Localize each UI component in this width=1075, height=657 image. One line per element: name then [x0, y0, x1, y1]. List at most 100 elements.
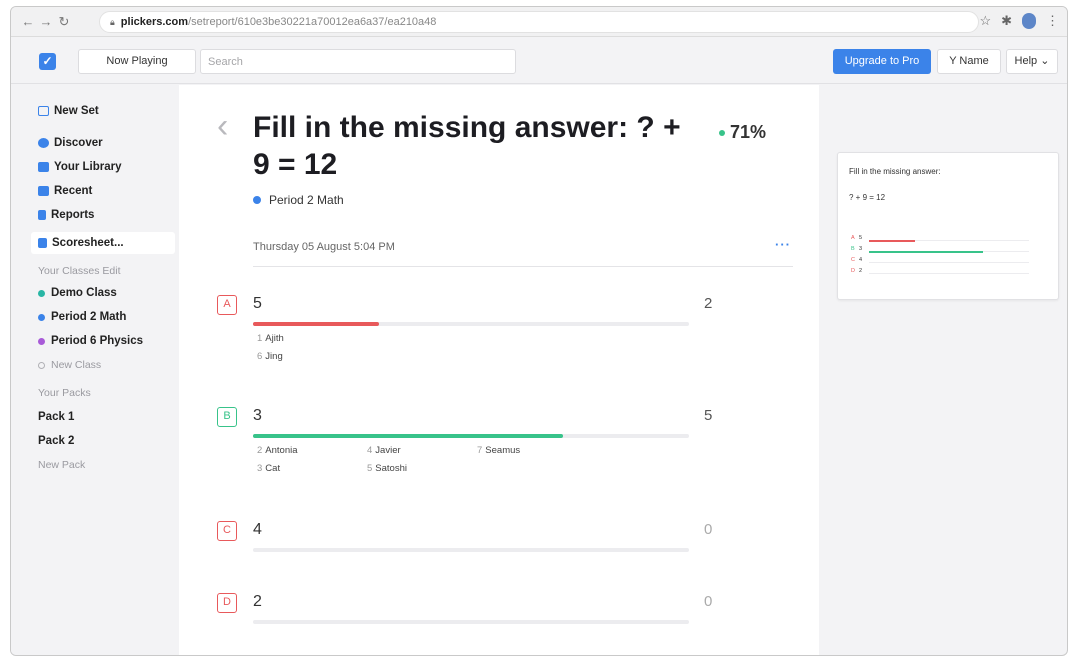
- student-name[interactable]: 4 Javier: [367, 445, 401, 456]
- discover-icon: [38, 138, 49, 148]
- report-panel: ‹ Fill in the missing answer: ? + 9 = 12…: [179, 85, 819, 655]
- answer-bar-track: [253, 620, 689, 624]
- help-button[interactable]: Help ⌄: [1006, 49, 1058, 74]
- percent-correct: 71%: [719, 122, 766, 143]
- new-class-link[interactable]: New Class: [38, 355, 101, 375]
- preview-row: D2: [851, 268, 1041, 278]
- sidebar-item-new-set[interactable]: New Set: [38, 101, 99, 121]
- answer-value: 4: [253, 521, 262, 538]
- packs-header: Your Packs: [38, 387, 91, 399]
- sidebar-item-label: Discover: [54, 137, 103, 149]
- address-bar[interactable]: 🔒︎ plickers.com /setreport/610e3be30221a…: [99, 11, 979, 33]
- answer-value: 2: [253, 593, 262, 610]
- answer-bar-track: [253, 434, 689, 438]
- preview-equation: ? + 9 = 12: [849, 193, 886, 202]
- sidebar-item-discover[interactable]: Discover: [38, 133, 103, 153]
- sidebar-item-demo-class[interactable]: Demo Class: [38, 283, 117, 303]
- sidebar-item-reports[interactable]: Reports: [38, 205, 94, 225]
- app-topbar: ✓ Now Playing Upgrade to Pro Y Name Help…: [11, 38, 1067, 84]
- preview-question: Fill in the missing answer:: [849, 167, 941, 176]
- answer-value: 3: [253, 407, 262, 424]
- student-name[interactable]: 3 Cat: [257, 463, 280, 474]
- sidebar-item-pack-2[interactable]: Pack 2: [38, 431, 74, 451]
- question-title: Fill in the missing answer: ? + 9 = 12: [253, 111, 681, 181]
- puzzle-icon[interactable]: ✱: [1001, 13, 1012, 29]
- new-pack-link[interactable]: New Pack: [38, 455, 85, 475]
- sidebar-item-label: Recent: [54, 185, 93, 197]
- preview-bar-fill: [869, 240, 916, 242]
- url-path: /setreport/610e3be30221a70012ea6a37/ea21…: [188, 16, 437, 28]
- upgrade-button[interactable]: Upgrade to Pro: [833, 49, 931, 74]
- preview-letter: A: [851, 235, 855, 241]
- kebab-menu-icon[interactable]: ⋮: [1046, 13, 1059, 29]
- class-name: Period 2 Math: [269, 193, 344, 207]
- user-menu-button[interactable]: Y Name: [937, 49, 1001, 74]
- sidebar-item-label: Period 2 Math: [51, 311, 127, 323]
- class-color-dot: [38, 337, 45, 345]
- classes-header[interactable]: Your Classes Edit: [38, 261, 121, 281]
- star-icon[interactable]: ☆: [979, 13, 991, 29]
- percent-value: 71%: [730, 122, 767, 142]
- answer-count: 0: [704, 593, 713, 610]
- student-name[interactable]: 5 Satoshi: [367, 463, 407, 474]
- new-set-icon: [38, 106, 49, 116]
- sidebar-item-label: Reports: [51, 209, 95, 221]
- now-playing-button[interactable]: Now Playing: [78, 49, 196, 74]
- class-color-dot: [38, 289, 45, 297]
- preview-bar-track: [869, 262, 1029, 263]
- browser-nav: ← → ↻: [19, 14, 73, 30]
- plickers-logo-icon[interactable]: ✓: [39, 53, 56, 70]
- preview-bar-track: [869, 251, 1029, 253]
- preview-value: 3: [859, 246, 863, 252]
- preview-bar-track: [869, 273, 1029, 274]
- answer-count: 0: [704, 521, 713, 538]
- folder-icon: [38, 162, 49, 172]
- student-name[interactable]: 1 Ajith: [257, 333, 284, 344]
- preview-letter: C: [851, 257, 855, 263]
- class-color-dot: [38, 313, 45, 321]
- back-chevron-icon[interactable]: ‹: [217, 107, 228, 146]
- browser-toolbar: ← → ↻ 🔒︎ plickers.com /setreport/610e3be…: [11, 7, 1067, 37]
- sidebar-item-label: New Set: [54, 105, 99, 117]
- student-name[interactable]: 2 Antonia: [257, 445, 298, 456]
- url-host: plickers.com: [120, 16, 189, 28]
- answer-count: 5: [704, 407, 713, 424]
- plus-icon: [38, 361, 45, 369]
- divider: [253, 266, 793, 267]
- correct-dot-icon: [719, 130, 725, 137]
- back-arrow-icon[interactable]: ←: [19, 14, 37, 29]
- sidebar-item-library[interactable]: Your Library: [38, 157, 122, 177]
- class-color-dot: [253, 196, 261, 204]
- sidebar-item-period-6-physics[interactable]: Period 6 Physics: [38, 331, 143, 351]
- report-date: Thursday 05 August 5:04 PM: [253, 241, 395, 253]
- student-name[interactable]: 7 Seamus: [477, 445, 520, 456]
- sidebar-item-label: Period 6 Physics: [51, 335, 144, 347]
- answer-bar-fill: [253, 434, 563, 438]
- answer-bar-track: [253, 322, 689, 326]
- sidebar-item-recent[interactable]: Recent: [38, 181, 92, 201]
- recent-icon: [38, 186, 49, 196]
- scoresheet-icon: [38, 238, 47, 248]
- sidebar-item-label: Your Library: [54, 161, 122, 173]
- forward-arrow-icon[interactable]: →: [37, 14, 55, 29]
- search-input[interactable]: [200, 49, 516, 74]
- new-class-label: New Class: [51, 359, 102, 371]
- profile-icon[interactable]: [1022, 13, 1036, 29]
- sidebar-item-period-2-math[interactable]: Period 2 Math: [38, 307, 126, 327]
- student-name[interactable]: 6 Jing: [257, 351, 283, 362]
- preview-row: C4: [851, 257, 1041, 267]
- answer-count: 2: [704, 295, 713, 312]
- reload-icon[interactable]: ↻: [55, 14, 73, 30]
- preview-letter: B: [851, 246, 855, 252]
- sidebar-item-label: Scoresheet...: [52, 237, 124, 249]
- preview-bar-track: [869, 240, 1029, 242]
- class-tag[interactable]: Period 2 Math: [253, 193, 344, 207]
- more-options-icon[interactable]: ···: [775, 237, 791, 252]
- question-preview-card[interactable]: Fill in the missing answer: ? + 9 = 12 A…: [837, 152, 1059, 300]
- answer-letter-badge: B: [217, 407, 237, 427]
- answer-letter-badge: C: [217, 521, 237, 541]
- sidebar-item-pack-1[interactable]: Pack 1: [38, 407, 74, 427]
- answer-bar-track: [253, 548, 689, 552]
- sidebar-item-scoresheet[interactable]: Scoresheet...: [38, 233, 124, 253]
- answer-bar-fill: [253, 322, 380, 326]
